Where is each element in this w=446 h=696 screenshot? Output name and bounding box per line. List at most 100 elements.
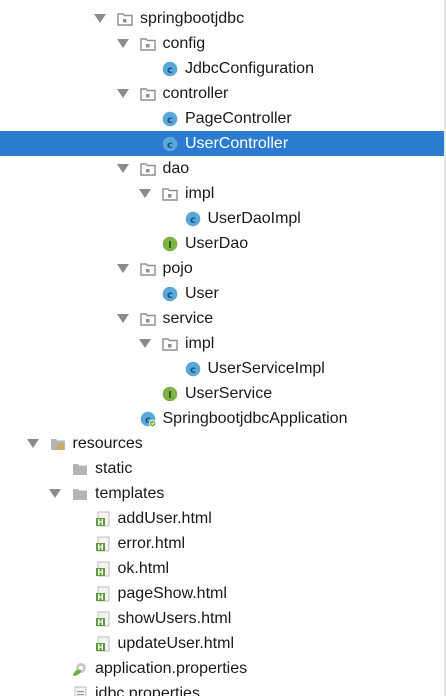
tree-row[interactable]: c UserController	[0, 131, 446, 156]
svg-text:H: H	[97, 593, 103, 602]
tree-row-label: SpringbootjdbcApplication	[162, 410, 348, 427]
svg-text:I: I	[168, 240, 172, 251]
svg-text:c: c	[167, 65, 173, 76]
tree-row-label: resources	[72, 435, 143, 452]
svg-text:I: I	[168, 390, 172, 401]
html-file-icon: H	[95, 511, 111, 527]
package-icon	[162, 186, 178, 202]
tree-row-label: service	[162, 310, 214, 327]
spring-properties-icon	[72, 661, 88, 677]
java-class-icon: c	[162, 111, 178, 127]
java-class-icon: c	[185, 211, 201, 227]
java-interface-icon: I	[162, 386, 178, 402]
expand-arrow-icon[interactable]	[49, 489, 61, 498]
expand-arrow-icon[interactable]	[116, 264, 129, 273]
tree-row-label: error.html	[117, 535, 186, 552]
tree-row[interactable]: pojo	[0, 256, 446, 281]
tree-row-label: PageController	[185, 110, 292, 127]
folder-icon	[72, 461, 88, 477]
html-file-icon: H	[95, 611, 111, 627]
package-icon	[162, 336, 178, 352]
expand-arrow-icon[interactable]	[116, 89, 129, 98]
tree-row[interactable]: c SpringbootjdbcApplication	[0, 406, 446, 431]
tree-row-label: showUsers.html	[117, 610, 232, 627]
tree-row[interactable]: HaddUser.html	[0, 506, 446, 531]
tree-row-label: ok.html	[117, 560, 170, 577]
java-class-icon: c	[162, 61, 178, 77]
tree-row[interactable]: Herror.html	[0, 531, 446, 556]
svg-text:H: H	[97, 643, 103, 652]
tree-row-label: UserServiceImpl	[207, 360, 325, 377]
tree-row[interactable]: jdbc.properties	[0, 681, 446, 696]
tree-row[interactable]: dao	[0, 156, 446, 181]
tree-row[interactable]: HpageShow.html	[0, 581, 446, 606]
html-file-icon: H	[95, 586, 111, 602]
tree-row-label: pojo	[162, 260, 193, 277]
tree-row[interactable]: c UserServiceImpl	[0, 356, 446, 381]
tree-row[interactable]: resources	[0, 431, 446, 456]
package-icon	[139, 86, 156, 102]
java-class-icon: c	[185, 361, 201, 377]
expand-arrow-icon[interactable]	[94, 14, 106, 23]
html-file-icon: H	[95, 636, 111, 652]
package-icon	[117, 11, 133, 27]
package-icon	[139, 311, 156, 327]
properties-file-icon	[72, 686, 88, 696]
svg-text:H: H	[97, 518, 103, 527]
tree-row[interactable]: impl	[0, 331, 446, 356]
tree-row[interactable]: c JdbcConfiguration	[0, 56, 446, 81]
svg-text:H: H	[97, 568, 103, 577]
tree-row-label: jdbc.properties	[95, 685, 200, 696]
tree-row[interactable]: c UserDaoImpl	[0, 206, 446, 231]
tree-row-label: UserService	[185, 385, 273, 402]
expand-arrow-icon[interactable]	[26, 439, 39, 448]
expand-arrow-icon[interactable]	[116, 39, 129, 48]
tree-row[interactable]: HshowUsers.html	[0, 606, 446, 631]
tree-row[interactable]: templates	[0, 481, 446, 506]
tree-row[interactable]: HupdateUser.html	[0, 631, 446, 656]
tree-row-label: UserDaoImpl	[207, 210, 301, 227]
expand-arrow-icon[interactable]	[139, 189, 151, 198]
tree-row[interactable]: static	[0, 456, 446, 481]
java-interface-icon: I	[162, 236, 178, 252]
tree-row-label: addUser.html	[117, 510, 212, 527]
tree-row[interactable]: c PageController	[0, 106, 446, 131]
tree-row[interactable]: c User	[0, 281, 446, 306]
tree-row-label: config	[162, 35, 206, 52]
package-icon	[139, 36, 156, 52]
spring-boot-class-icon: c	[140, 411, 156, 428]
tree-row[interactable]: application.properties	[0, 656, 446, 681]
tree-row-label: UserController	[185, 135, 289, 152]
resources-folder-icon	[50, 436, 66, 452]
package-icon	[139, 261, 156, 277]
expand-arrow-icon[interactable]	[139, 339, 151, 348]
tree-row[interactable]: Hok.html	[0, 556, 446, 581]
tree-row[interactable]: impl	[0, 181, 446, 206]
expand-arrow-icon[interactable]	[116, 164, 129, 173]
tree-row-label: templates	[95, 485, 165, 502]
svg-text:c: c	[167, 290, 173, 301]
tree-row[interactable]: I UserDao	[0, 231, 446, 256]
expand-arrow-icon[interactable]	[116, 314, 129, 323]
tree-row[interactable]: service	[0, 306, 446, 331]
tree-row-label: impl	[185, 185, 215, 202]
tree-row-label: User	[185, 285, 219, 302]
tree-row-label: updateUser.html	[117, 635, 235, 652]
tree-row-label: JdbcConfiguration	[185, 60, 314, 77]
svg-text:c: c	[167, 115, 173, 126]
java-class-icon: c	[162, 286, 178, 302]
tree-row[interactable]: config	[0, 31, 446, 56]
project-tree: springbootjdbc config c JdbcConfiguration…	[0, 0, 446, 696]
tree-row-label: springbootjdbc	[140, 10, 245, 27]
tree-row-label: dao	[162, 160, 190, 177]
svg-text:H: H	[97, 618, 103, 627]
svg-text:c: c	[167, 140, 173, 151]
svg-text:c: c	[190, 215, 196, 226]
tree-row-label: impl	[185, 335, 215, 352]
svg-text:c: c	[190, 365, 196, 376]
tree-row[interactable]: I UserService	[0, 381, 446, 406]
html-file-icon: H	[95, 561, 111, 577]
tree-row[interactable]: controller	[0, 81, 446, 106]
tree-row-label: UserDao	[185, 235, 249, 252]
tree-row[interactable]: springbootjdbc	[0, 6, 446, 31]
